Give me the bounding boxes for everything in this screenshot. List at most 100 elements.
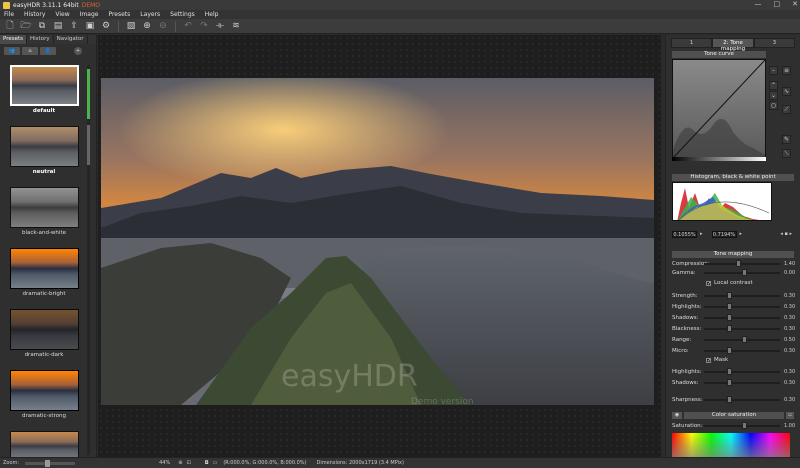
histogram-reset-icon[interactable]: ◂ ▪ ▸ bbox=[780, 231, 792, 237]
histogram-chart[interactable] bbox=[672, 182, 772, 221]
crop-icon[interactable]: ⟛ bbox=[214, 21, 226, 32]
menu-history[interactable]: History bbox=[24, 11, 45, 18]
black-point-arrow-icon[interactable]: ▸ bbox=[700, 231, 703, 237]
tab-step-3[interactable]: 3 bbox=[753, 38, 795, 48]
close-button[interactable]: ✕ bbox=[792, 0, 798, 8]
preset-label: black-and-white bbox=[22, 230, 66, 236]
curve-smooth-icon[interactable]: ∿ bbox=[782, 87, 791, 96]
undo-icon[interactable]: ↶ bbox=[182, 21, 194, 32]
export-icon[interactable]: ⇪ bbox=[68, 21, 80, 32]
histogram-header: Histogram, black & white point bbox=[672, 174, 794, 181]
menu-view[interactable]: View bbox=[55, 11, 69, 18]
save-as-icon[interactable]: ▣ bbox=[84, 21, 96, 32]
minimize-button[interactable]: — bbox=[755, 0, 762, 8]
eye-icon[interactable]: ◉ bbox=[672, 411, 682, 419]
curve-wand-icon[interactable]: ⟍ bbox=[782, 149, 791, 158]
new-icon[interactable]: 🗋 bbox=[4, 21, 16, 32]
layers-icon[interactable]: ≋ bbox=[230, 21, 242, 32]
preset-item[interactable]: dramatic-strong bbox=[4, 370, 84, 429]
mask-highlights-slider[interactable]: Highlights: 0.30 bbox=[672, 368, 795, 376]
tone-mapping-header: Tone mapping bbox=[672, 251, 794, 258]
tone-curve-editor[interactable] bbox=[672, 59, 766, 159]
toolbar: 🗋 🗁 ⧉ ▤ ⇪ ▣ ⚙ ▧ ⊕ ⊖ ↶ ↷ ⟛ ≋ bbox=[0, 19, 800, 34]
curve-down-icon[interactable]: ⌄ bbox=[769, 91, 778, 100]
zoom-fit-icon[interactable]: ⊡ bbox=[186, 460, 190, 466]
range-slider[interactable]: Range: 0.50 bbox=[672, 336, 796, 344]
sharpness-slider[interactable]: Sharpness: 0.30 bbox=[672, 396, 795, 404]
compression-slider[interactable]: Compression: 1.40 bbox=[672, 260, 795, 268]
menu-image[interactable]: Image bbox=[80, 11, 99, 18]
mask-checkbox[interactable]: ✓ Mask bbox=[706, 357, 728, 363]
copy-icon[interactable]: ▫ bbox=[786, 411, 794, 419]
slider-value: 0.50 bbox=[784, 337, 796, 343]
slider-label: Sharpness: bbox=[672, 397, 703, 403]
preset-thumbnail bbox=[9, 65, 79, 106]
gamma-slider[interactable]: Gamma: 0.00 bbox=[672, 269, 796, 277]
add-preset-icon[interactable]: + bbox=[74, 47, 82, 55]
white-point-field[interactable]: 0.7194% bbox=[711, 230, 737, 238]
preset-item[interactable]: black-and-white bbox=[4, 187, 84, 246]
tab-navigator[interactable]: Navigator bbox=[54, 35, 88, 44]
tab-history[interactable]: History bbox=[27, 35, 54, 44]
slider-value: 0.30 bbox=[784, 304, 796, 310]
slider-value: 0.30 bbox=[784, 348, 796, 354]
zoom-slider[interactable] bbox=[25, 459, 76, 467]
remove-icon[interactable]: ⊖ bbox=[157, 21, 169, 32]
curve-up-icon[interactable]: ⌃ bbox=[769, 81, 778, 90]
checkbox-box[interactable]: ✓ bbox=[706, 357, 711, 363]
strength-slider[interactable]: Strength: 0.30 bbox=[672, 292, 795, 300]
tab-step-2[interactable]: 2: Tone mapping bbox=[712, 38, 754, 52]
tab-presets[interactable]: Presets bbox=[0, 35, 28, 44]
user-preset-icon[interactable]: 👤 bbox=[40, 47, 56, 55]
preset-scrollbar[interactable] bbox=[87, 65, 90, 455]
checkbox-box[interactable]: ✓ bbox=[706, 280, 711, 286]
camera-icon[interactable]: ◘ bbox=[205, 460, 209, 466]
menu-file[interactable]: File bbox=[4, 11, 14, 18]
highlights-slider[interactable]: Highlights: 0.30 bbox=[672, 303, 796, 311]
menu-layers[interactable]: Layers bbox=[140, 11, 160, 18]
add-icon[interactable]: ⊕ bbox=[141, 21, 153, 32]
curve-linear-icon[interactable]: ⟋ bbox=[782, 105, 791, 114]
curve-reset-icon[interactable]: – bbox=[769, 66, 778, 75]
slider-value: 0.30 bbox=[784, 326, 796, 332]
tone-curve-gradient bbox=[672, 157, 766, 161]
open-icon[interactable]: 🗁 bbox=[20, 21, 32, 32]
micro-slider[interactable]: Micro: 0.30 bbox=[672, 347, 796, 355]
preset-item[interactable]: default bbox=[4, 65, 84, 124]
mask-shadows-slider[interactable]: Shadows: 0.30 bbox=[672, 379, 795, 387]
open-multi-icon[interactable]: ⧉ bbox=[36, 21, 48, 32]
image-icon[interactable]: ▧ bbox=[125, 21, 137, 32]
monitor-icon[interactable]: ▭ bbox=[213, 460, 218, 466]
menu-presets[interactable]: Presets bbox=[108, 11, 130, 18]
preset-item[interactable]: neutral bbox=[4, 126, 84, 185]
settings-icon[interactable]: ⚙ bbox=[100, 21, 112, 32]
tab-step-1[interactable]: 1 bbox=[671, 38, 713, 48]
home-preset-icon[interactable]: ⌂ bbox=[22, 47, 38, 55]
zoom-in-icon[interactable]: ⊕ bbox=[178, 460, 182, 466]
redo-icon[interactable]: ↷ bbox=[198, 21, 210, 32]
maximize-button[interactable]: □ bbox=[774, 0, 781, 8]
image-dimensions: Dimensions: 2000x1719 (3.4 MPix) bbox=[316, 460, 404, 466]
color-saturation-header: Color saturation bbox=[684, 411, 784, 419]
blackness-slider[interactable]: Blackness: 0.30 bbox=[672, 325, 796, 333]
saturation-slider[interactable]: Saturation: 1.00 bbox=[672, 422, 795, 430]
curve-point-icon[interactable]: ○ bbox=[769, 101, 778, 110]
users-preset-icon[interactable]: 👥 bbox=[4, 47, 20, 55]
tone-curve-header: Tone curve bbox=[672, 51, 766, 58]
curve-pencil-icon[interactable]: ✎ bbox=[782, 135, 791, 144]
preset-thumbnail bbox=[9, 187, 79, 228]
curve-edit-icon[interactable]: ≡ bbox=[782, 66, 791, 75]
black-point-field[interactable]: 0.1055% bbox=[672, 230, 697, 238]
local-contrast-checkbox[interactable]: ✓ Local contrast bbox=[706, 280, 753, 286]
preset-item[interactable]: dramatic-dark bbox=[4, 309, 84, 368]
menu-settings[interactable]: Settings bbox=[170, 11, 195, 18]
preset-item[interactable]: dramatic-bright bbox=[4, 248, 84, 307]
saturation-spectrum[interactable] bbox=[672, 433, 790, 457]
preset-list: default neutral black-and-white dramatic… bbox=[4, 65, 84, 463]
menu-help[interactable]: Help bbox=[205, 11, 219, 18]
white-point-arrow-icon[interactable]: ▸ bbox=[740, 231, 743, 237]
save-icon[interactable]: ▤ bbox=[52, 21, 64, 32]
shadows-slider[interactable]: Shadows: 0.30 bbox=[672, 314, 795, 322]
slider-value: 0.00 bbox=[784, 270, 796, 276]
photo-preview[interactable]: easyHDR Demo version bbox=[101, 78, 654, 405]
